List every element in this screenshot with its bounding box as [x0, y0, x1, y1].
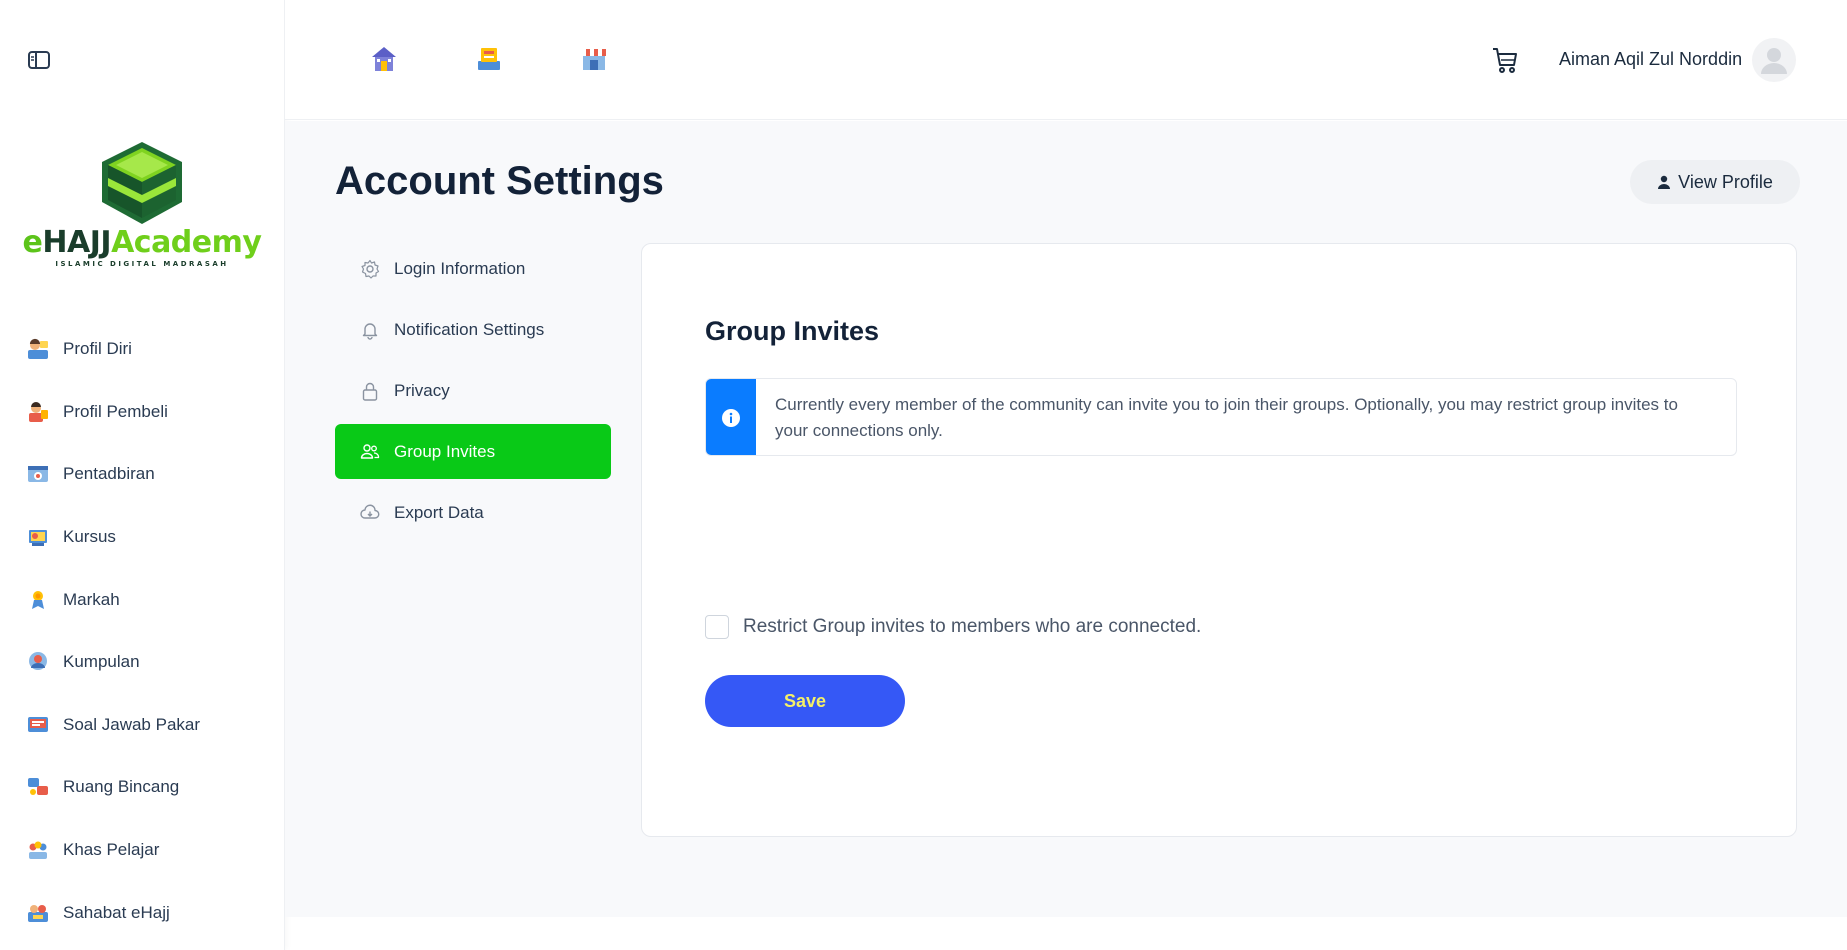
sidebar-item-label: Pentadbiran [63, 464, 155, 484]
marks-icon [32, 590, 44, 609]
sidebar-item-label: Soal Jawab Pakar [63, 714, 201, 734]
info-notice-bar [706, 379, 756, 455]
sidebar-item-profil-diri[interactable]: Profil Diri [0, 318, 285, 381]
settings-menu-label: Privacy [394, 380, 450, 400]
logo-wordmark: eHAJJAcademy [22, 225, 262, 260]
restrict-invites-checkbox[interactable] [705, 615, 729, 639]
store-icon[interactable] [580, 45, 608, 73]
sidebar-nav: Profil Diri Profil Pembeli Pentadbiran K… [0, 318, 285, 944]
settings-menu-label: Login Information [394, 258, 526, 278]
sidebar-item-kursus[interactable]: Kursus [0, 506, 285, 569]
users-icon [360, 443, 380, 459]
sidebar-item-pentadbiran[interactable]: Pentadbiran [0, 443, 285, 506]
settings-menu-login-information[interactable]: Login Information [335, 241, 611, 296]
top-bar: Aiman Aqil Zul Norddin [285, 0, 1847, 120]
panel-title: Group Invites [705, 316, 880, 346]
course-icon [29, 530, 47, 547]
sidebar-item-kumpulan[interactable]: Kumpulan [0, 631, 285, 694]
expert-qa-icon [28, 716, 48, 732]
kaaba-logo-icon [102, 142, 182, 224]
restrict-invites-option[interactable]: Restrict Group invites to members who ar… [705, 615, 1201, 639]
main-content: Account Settings View Profile Login Info… [285, 121, 1847, 917]
logo-subtitle: ISLAMIC DIGITAL MADRASAH [55, 260, 229, 268]
sidebar-item-label: Khas Pelajar [63, 840, 160, 860]
cart-icon[interactable] [1492, 46, 1518, 74]
info-notice: Currently every member of the community … [705, 378, 1737, 456]
page-title: Account Settings [335, 159, 664, 203]
buyer-profile-icon [29, 401, 48, 422]
ehajj-academy-logo[interactable]: eHAJJAcademy ISLAMIC DIGITAL MADRASAH [22, 140, 262, 272]
mosque-home-icon[interactable] [370, 45, 398, 73]
discussion-icon [28, 778, 48, 796]
sidebar-item-profil-pembeli[interactable]: Profil Pembeli [0, 381, 285, 444]
sidebar-item-khas-pelajar[interactable]: Khas Pelajar [0, 819, 285, 882]
profile-icon [28, 339, 48, 360]
group-invites-panel: Group Invites Currently every member of … [641, 243, 1797, 837]
save-button[interactable]: Save [705, 675, 905, 727]
group-icon [29, 652, 47, 671]
sidebar-item-sahabat-ehajj[interactable]: Sahabat eHajj [0, 881, 285, 944]
user-icon [1658, 175, 1671, 189]
info-notice-text: Currently every member of the community … [775, 395, 1678, 440]
lock-icon [362, 382, 378, 401]
settings-menu-label: Export Data [394, 502, 484, 522]
settings-menu-group-invites[interactable]: Group Invites [335, 424, 611, 479]
sidebar-item-label: Profil Pembeli [63, 401, 168, 421]
settings-menu-notification-settings[interactable]: Notification Settings [335, 302, 611, 357]
sidebar-item-label: Kumpulan [63, 652, 140, 672]
sidebar: eHAJJAcademy ISLAMIC DIGITAL MADRASAH Pr… [0, 0, 285, 950]
sidebar-item-soal-jawab-pakar[interactable]: Soal Jawab Pakar [0, 694, 285, 757]
bell-icon [362, 322, 378, 340]
avatar[interactable] [1752, 38, 1796, 82]
settings-menu-privacy[interactable]: Privacy [335, 363, 611, 418]
gear-icon [361, 259, 380, 279]
settings-menu: Login Information Notification Settings … [335, 241, 611, 546]
view-profile-button[interactable]: View Profile [1630, 160, 1800, 204]
administration-icon [28, 466, 48, 483]
sidebar-item-label: Profil Diri [63, 339, 132, 359]
cloud-download-icon [360, 504, 380, 519]
info-icon [722, 409, 740, 427]
sidebar-item-markah[interactable]: Markah [0, 568, 285, 631]
student-special-icon [29, 841, 47, 860]
ehajj-friends-icon [28, 904, 48, 922]
sidebar-toggle-icon[interactable] [27, 50, 51, 70]
restrict-invites-label: Restrict Group invites to members who ar… [743, 616, 1202, 637]
sidebar-item-label: Sahabat eHajj [63, 902, 170, 922]
settings-menu-export-data[interactable]: Export Data [335, 485, 611, 540]
sidebar-item-ruang-bincang[interactable]: Ruang Bincang [0, 756, 285, 819]
view-profile-label: View Profile [1678, 171, 1773, 192]
sidebar-item-label: Markah [63, 589, 120, 609]
settings-menu-label: Notification Settings [394, 319, 545, 339]
book-icon[interactable] [475, 45, 503, 73]
sidebar-item-label: Ruang Bincang [63, 777, 180, 797]
sidebar-item-label: Kursus [63, 527, 116, 547]
user-name[interactable]: Aiman Aqil Zul Norddin [1559, 49, 1742, 70]
settings-menu-label: Group Invites [394, 441, 496, 461]
